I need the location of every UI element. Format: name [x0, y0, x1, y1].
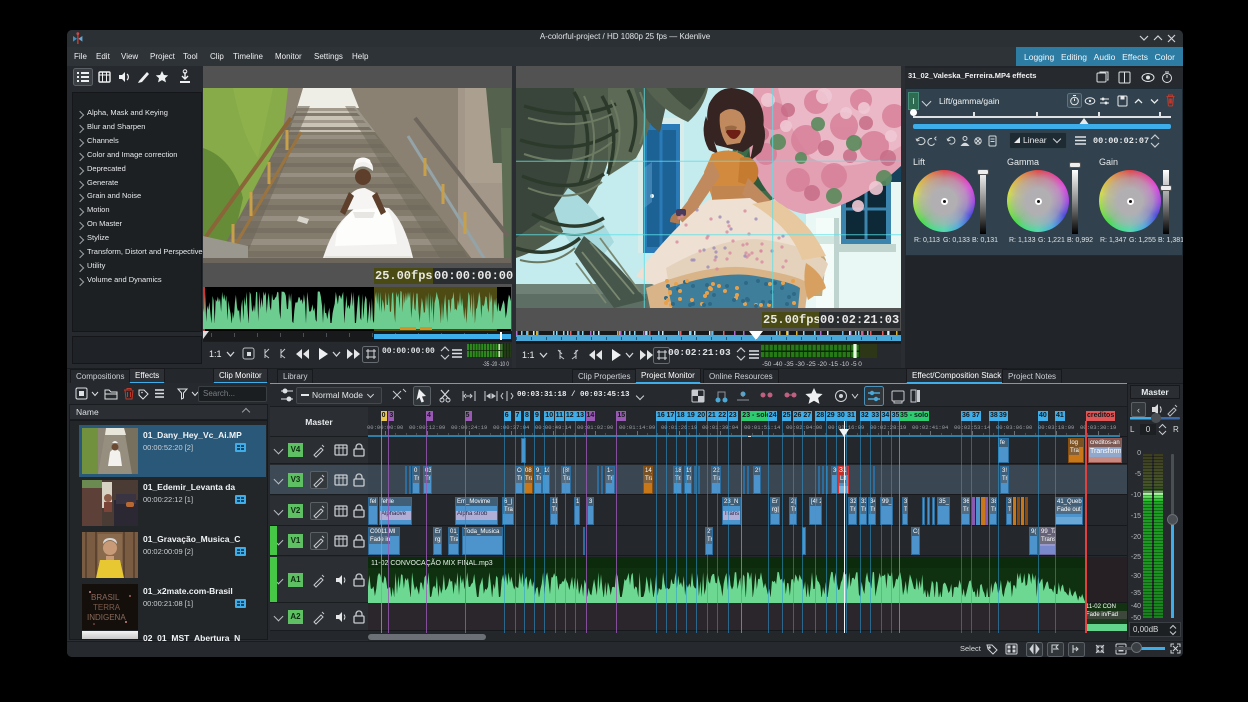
- svg-text:BRASIL: BRASIL: [91, 593, 120, 602]
- svg-text:-35 -20 -10 0: -35 -20 -10 0: [483, 361, 509, 367]
- svg-text:INDIGENA: INDIGENA: [87, 613, 126, 622]
- svg-text:1:1: 1:1: [522, 350, 535, 360]
- svg-text:TERRA: TERRA: [93, 603, 121, 612]
- svg-text:1:1: 1:1: [209, 349, 222, 359]
- svg-text:-50 -40 -35 -30 -25 -20: -50 -40 -35 -30 -25 -20 -15 -10 -5 0: [762, 361, 862, 368]
